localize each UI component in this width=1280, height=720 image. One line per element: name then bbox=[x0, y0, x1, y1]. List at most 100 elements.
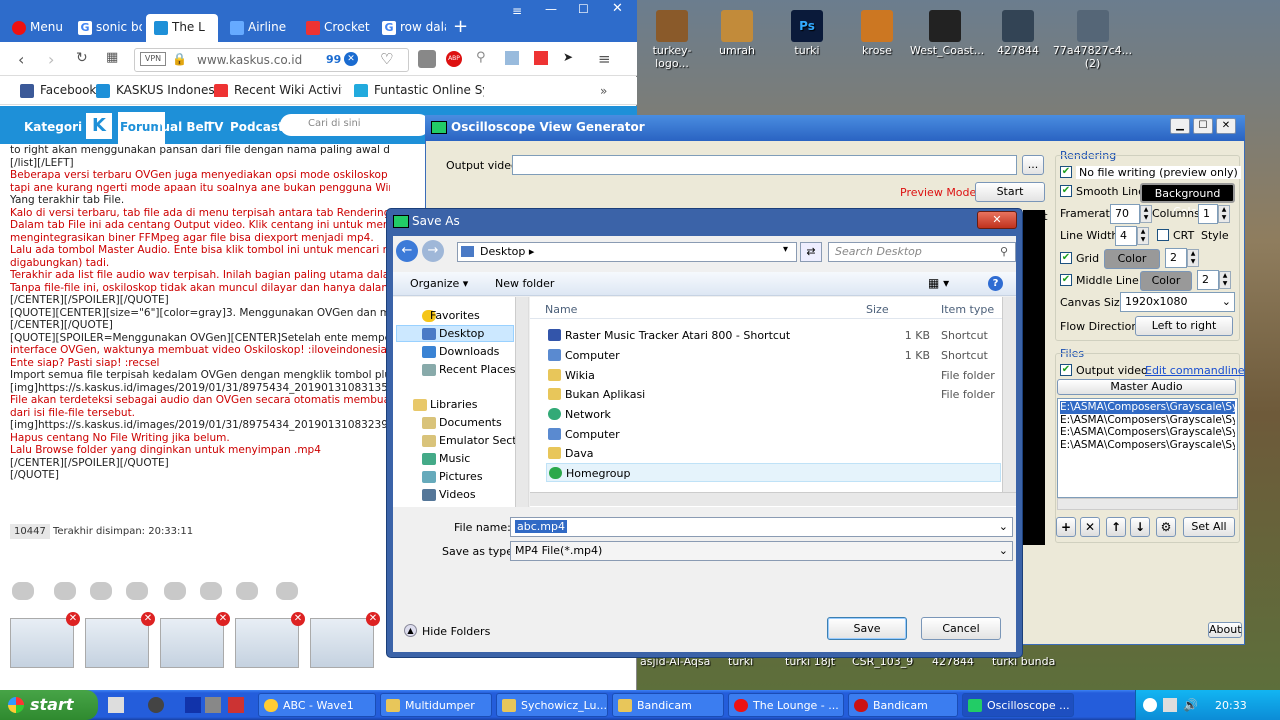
add-file-icon[interactable]: + bbox=[1056, 517, 1076, 537]
bookmark-kaskus[interactable]: KASKUS Indonesia bbox=[96, 83, 225, 98]
grid-value-input[interactable]: 2 bbox=[1165, 248, 1187, 268]
table-row[interactable]: Wikia File folder bbox=[546, 366, 1001, 385]
chevron-up-icon[interactable]: ▲ bbox=[404, 624, 417, 637]
new-folder-button[interactable]: New folder bbox=[495, 277, 554, 290]
oscilloscope-title-bar[interactable]: Oscilloscope View Generator bbox=[425, 115, 1245, 141]
uploaded-image-thumbnail[interactable] bbox=[235, 618, 299, 668]
browse-output-button[interactable]: ... bbox=[1022, 155, 1044, 175]
nav-tv[interactable]: TV bbox=[206, 120, 223, 134]
tab-menu[interactable]: Menu bbox=[4, 14, 66, 42]
move-up-icon[interactable]: ↑ bbox=[1106, 517, 1126, 537]
background-color-button[interactable]: Background Color bbox=[1140, 183, 1235, 218]
post-editor[interactable]: to right akan menggunakan pansan dari fi… bbox=[10, 144, 390, 514]
uploaded-image-thumbnail[interactable] bbox=[310, 618, 374, 668]
desktop-icon[interactable]: 427844 bbox=[983, 10, 1053, 57]
taskbar-item[interactable]: Bandicam bbox=[848, 693, 958, 717]
tab-menu-icon[interactable]: ≡ bbox=[512, 4, 522, 18]
bookmark-facebook[interactable]: Facebook bbox=[20, 83, 96, 98]
desktop-icon[interactable]: turkey-logo... bbox=[637, 10, 707, 70]
file-list-scrollbar[interactable] bbox=[1002, 297, 1016, 492]
nav-podcast[interactable]: Podcast bbox=[230, 120, 284, 134]
quicklaunch-icon[interactable] bbox=[228, 697, 244, 713]
taskbar-item[interactable]: Sychowicz_Lu... bbox=[496, 693, 608, 717]
save-button[interactable]: Save bbox=[827, 617, 907, 640]
emoticon-icon[interactable] bbox=[12, 582, 34, 600]
column-header-type[interactable]: Item type bbox=[941, 303, 994, 316]
line-width-spinner[interactable]: ▲ ▼ bbox=[1137, 227, 1149, 245]
bookmark-wiki[interactable]: Recent Wiki Activity | S bbox=[214, 83, 342, 97]
refresh-icon[interactable]: ⇄ bbox=[800, 242, 822, 262]
quicklaunch-icon[interactable] bbox=[185, 697, 201, 713]
close-icon[interactable]: ✕ bbox=[612, 1, 623, 16]
list-item[interactable]: E:\ASMA\Composers\Grayscale\Sycho bbox=[1060, 414, 1235, 427]
master-audio-button[interactable]: Master Audio bbox=[1057, 379, 1236, 395]
table-row[interactable]: Bukan Aplikasi File folder bbox=[546, 385, 1001, 404]
heart-icon[interactable]: ♡ bbox=[380, 50, 393, 68]
table-row[interactable]: Homegroup bbox=[546, 463, 1001, 482]
middle-line-value-input[interactable]: 2 bbox=[1197, 270, 1219, 290]
browser-tab-active[interactable]: The L bbox=[146, 14, 218, 42]
desktop-icon[interactable]: umrah bbox=[702, 10, 772, 57]
tray-icon[interactable] bbox=[1143, 698, 1157, 712]
save-as-type-select[interactable]: MP4 File(*.mp4) ⌄ bbox=[510, 541, 1013, 561]
emoticon-icon[interactable] bbox=[126, 582, 148, 600]
vpn-badge[interactable]: VPN bbox=[140, 52, 166, 66]
menu-icon[interactable]: ≡ bbox=[598, 50, 611, 68]
line-width-input[interactable]: 4 bbox=[1115, 226, 1137, 246]
desktop-icon[interactable]: Ps turki bbox=[772, 10, 842, 57]
view-options-icon[interactable]: ▦ ▾ bbox=[928, 276, 949, 290]
emoticon-icon[interactable] bbox=[200, 582, 222, 600]
cancel-button[interactable]: Cancel bbox=[921, 617, 1001, 640]
close-icon[interactable]: ✕ bbox=[977, 211, 1017, 229]
new-tab-plus-icon[interactable]: + bbox=[453, 16, 468, 37]
horizontal-scrollbar[interactable] bbox=[1057, 498, 1238, 510]
canvas-size-select[interactable]: 1920x1080 ⌄ bbox=[1120, 292, 1235, 312]
kaskus-logo-icon[interactable]: K bbox=[86, 113, 112, 139]
table-row[interactable]: Network bbox=[546, 405, 1001, 424]
extension-icon[interactable] bbox=[534, 51, 548, 65]
send-icon[interactable]: ➤ bbox=[563, 50, 573, 64]
remove-file-icon[interactable]: ✕ bbox=[1080, 517, 1100, 537]
about-button[interactable]: About bbox=[1208, 622, 1242, 638]
help-icon[interactable]: ? bbox=[988, 276, 1003, 291]
maximize-button[interactable]: ☐ bbox=[1193, 118, 1213, 134]
column-header-size[interactable]: Size bbox=[866, 303, 889, 316]
remove-image-icon[interactable]: ✕ bbox=[291, 612, 305, 626]
quicklaunch-icon[interactable] bbox=[205, 697, 221, 713]
no-file-writing-checkbox[interactable]: ✔ bbox=[1060, 166, 1072, 178]
emoticon-icon[interactable] bbox=[164, 582, 186, 600]
network-icon[interactable] bbox=[1163, 698, 1177, 712]
desktop-icon[interactable]: krose bbox=[842, 10, 912, 57]
quicklaunch-icon[interactable] bbox=[108, 697, 124, 713]
crt-checkbox[interactable] bbox=[1157, 229, 1169, 241]
uploaded-image-thumbnail[interactable] bbox=[10, 618, 74, 668]
emoticon-icon[interactable] bbox=[236, 582, 258, 600]
nav-documents[interactable]: Documents bbox=[439, 416, 502, 429]
edit-commandline-link[interactable]: Edit commandline bbox=[1145, 364, 1245, 377]
nav-favorites[interactable]: Favorites bbox=[430, 309, 480, 322]
more-bookmarks-icon[interactable]: » bbox=[600, 84, 607, 98]
emoticon-icon[interactable] bbox=[54, 582, 76, 600]
nav-libraries[interactable]: Libraries bbox=[430, 398, 478, 411]
browser-tab[interactable]: Crockett's bbox=[298, 14, 370, 42]
middle-line-spinner[interactable]: ▲ ▼ bbox=[1219, 271, 1231, 289]
search-desktop-input[interactable]: Search Desktop bbox=[828, 242, 1016, 262]
move-down-icon[interactable]: ↓ bbox=[1130, 517, 1150, 537]
grid-spinner[interactable]: ▲ ▼ bbox=[1187, 249, 1199, 267]
flow-direction-button[interactable]: Left to right bbox=[1135, 316, 1233, 336]
bookmark-funtastic[interactable]: Funtastic Online Syste bbox=[354, 83, 484, 97]
horizontal-scrollbar[interactable] bbox=[530, 492, 1016, 506]
desktop-icon[interactable]: 77a47827c4... (2) bbox=[1050, 10, 1135, 70]
audio-file-list[interactable]: E:\ASMA\Composers\Grayscale\Sycho E:\ASM… bbox=[1057, 398, 1238, 498]
output-video-checkbox[interactable]: ✔ bbox=[1060, 364, 1072, 376]
framerate-input[interactable]: 70 bbox=[1110, 204, 1140, 224]
nav-music[interactable]: Music bbox=[439, 452, 470, 465]
table-row[interactable]: Computer 1 KB Shortcut bbox=[546, 346, 1001, 365]
remove-image-icon[interactable]: ✕ bbox=[141, 612, 155, 626]
list-item[interactable]: E:\ASMA\Composers\Grayscale\Sycho bbox=[1060, 426, 1235, 439]
extension-icon[interactable] bbox=[505, 51, 519, 65]
close-button[interactable]: ✕ bbox=[1216, 118, 1236, 134]
list-item[interactable]: E:\ASMA\Composers\Grayscale\Sycho bbox=[1060, 439, 1235, 452]
nav-desktop[interactable]: Desktop bbox=[439, 327, 484, 340]
browser-tab[interactable]: Grow dalar bbox=[374, 14, 446, 42]
